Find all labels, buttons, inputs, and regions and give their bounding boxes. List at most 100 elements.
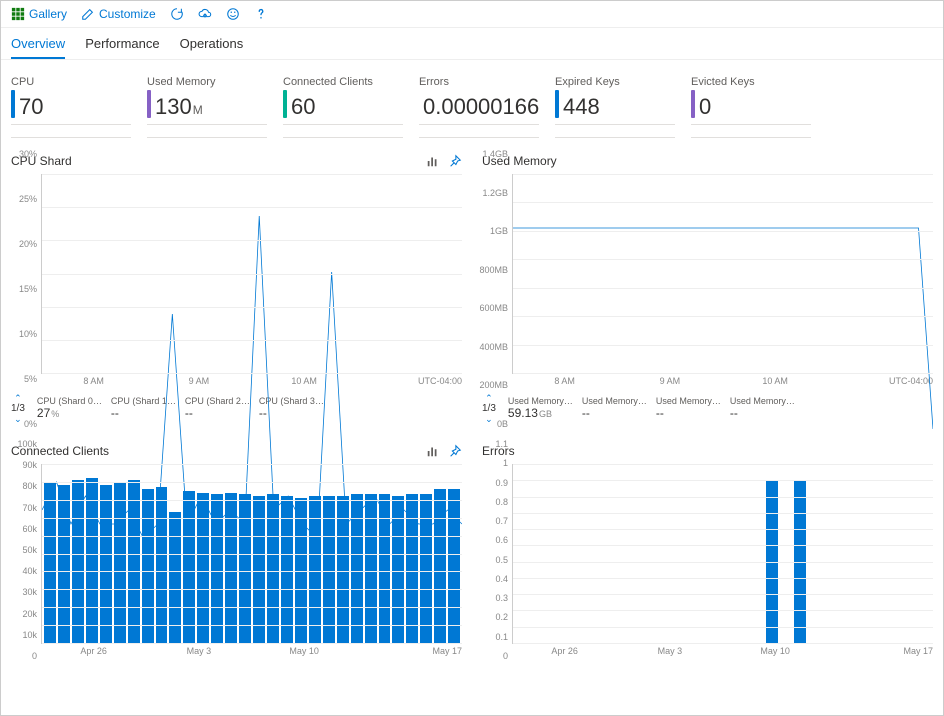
- sparkline: [555, 124, 675, 138]
- x-tick: Apr 26: [41, 646, 146, 656]
- y-tick: 100k: [17, 439, 37, 449]
- tab-operations[interactable]: Operations: [180, 32, 244, 59]
- y-tick: 0B: [497, 419, 508, 429]
- kpi-card[interactable]: Evicted Keys 0: [691, 76, 811, 138]
- chart-errors: Errors 00.10.20.30.40.50.60.70.80.911.1 …: [482, 444, 933, 656]
- grid-icon: [11, 7, 25, 21]
- chart-analytics-icon[interactable]: [426, 154, 440, 168]
- kpi-bar: [11, 90, 15, 118]
- kpi-bar: [147, 90, 151, 118]
- kpi-card[interactable]: CPU 70: [11, 76, 131, 138]
- y-tick: 800MB: [479, 265, 508, 275]
- x-tick: May 3: [617, 646, 722, 656]
- kpi-value: 0.00000166: [423, 96, 540, 118]
- x-tick: May 10: [252, 646, 357, 656]
- help-icon: [254, 7, 268, 21]
- x-tick: May 17: [828, 646, 933, 656]
- sparkline: [283, 124, 403, 138]
- y-tick: 30k: [22, 587, 37, 597]
- y-tick: 70k: [22, 503, 37, 513]
- pencil-icon: [81, 7, 95, 21]
- feedback-button[interactable]: [226, 7, 240, 21]
- x-tick: May 10: [723, 646, 828, 656]
- kpi-bar: [555, 90, 559, 118]
- tab-performance[interactable]: Performance: [85, 32, 159, 59]
- sparkline: [691, 124, 811, 138]
- kpi-row: CPU 70 Used Memory 130M Connected Client…: [1, 60, 943, 142]
- y-tick: 0.6: [495, 535, 508, 545]
- tab-overview[interactable]: Overview: [11, 32, 65, 59]
- bar: [156, 487, 168, 643]
- help-button[interactable]: [254, 7, 268, 21]
- chart-used-memory: Used Memory 0B200MB400MB600MB800MB1GB1.2…: [482, 154, 933, 424]
- x-tick: May 17: [357, 646, 462, 656]
- y-tick: 0.9: [495, 478, 508, 488]
- bar: [114, 482, 126, 643]
- y-tick: 50k: [22, 545, 37, 555]
- kpi-value: 448: [563, 96, 601, 118]
- bar: [434, 489, 446, 643]
- pin-icon[interactable]: [448, 444, 462, 458]
- kpi-card[interactable]: Connected Clients 60: [283, 76, 403, 138]
- y-tick: 5%: [24, 374, 37, 384]
- y-tick: 30%: [19, 149, 37, 159]
- y-tick: 20k: [22, 609, 37, 619]
- tabs: Overview Performance Operations: [1, 28, 943, 60]
- kpi-value: 60: [291, 96, 316, 118]
- gallery-label: Gallery: [29, 7, 67, 21]
- sparkline: [147, 124, 267, 138]
- y-tick: 0: [32, 651, 37, 661]
- bar: [197, 493, 209, 643]
- y-tick: 40k: [22, 566, 37, 576]
- bar: [58, 485, 70, 643]
- y-tick: 10%: [19, 329, 37, 339]
- bar: [72, 480, 84, 643]
- bar: [169, 512, 181, 643]
- y-tick: 1.4GB: [482, 149, 508, 159]
- y-tick: 0.5: [495, 555, 508, 565]
- y-tick: 1: [503, 458, 508, 468]
- x-tick: May 3: [146, 646, 251, 656]
- y-tick: 80k: [22, 481, 37, 491]
- bar: [44, 482, 56, 643]
- bar: [100, 485, 112, 643]
- toolbar: Gallery Customize: [1, 1, 943, 28]
- kpi-card[interactable]: Errors 0.00000166: [419, 76, 539, 138]
- pin-icon[interactable]: [448, 154, 462, 168]
- sparkline: [419, 124, 539, 138]
- bar: [142, 489, 154, 643]
- y-tick: 0.1: [495, 632, 508, 642]
- kpi-label: Used Memory: [147, 76, 267, 88]
- chart-analytics-icon[interactable]: [426, 444, 440, 458]
- sparkline: [11, 124, 131, 138]
- y-tick: 25%: [19, 194, 37, 204]
- kpi-label: Evicted Keys: [691, 76, 811, 88]
- chart-cpu-shard: CPU Shard 0%5%10%15%20%25%30% 8 AM9 AM10…: [11, 154, 462, 424]
- y-tick: 400MB: [479, 342, 508, 352]
- chart-connected-clients: Connected Clients 010k20k30k40k50k60k70k…: [11, 444, 462, 656]
- kpi-bar: [691, 90, 695, 118]
- cloud-upload-icon: [198, 7, 212, 21]
- y-tick: 0.2: [495, 612, 508, 622]
- smile-icon: [226, 7, 240, 21]
- bar: [183, 491, 195, 643]
- kpi-label: Expired Keys: [555, 76, 675, 88]
- y-tick: 1.2GB: [482, 188, 508, 198]
- bar: [86, 478, 98, 643]
- y-tick: 15%: [19, 284, 37, 294]
- kpi-bar: [283, 90, 287, 118]
- customize-label: Customize: [99, 7, 156, 21]
- gallery-button[interactable]: Gallery: [11, 7, 67, 21]
- kpi-value: 0: [699, 96, 712, 118]
- y-tick: 90k: [22, 460, 37, 470]
- y-tick: 0.7: [495, 516, 508, 526]
- refresh-button[interactable]: [170, 7, 184, 21]
- y-tick: 0%: [24, 419, 37, 429]
- cloud-button[interactable]: [198, 7, 212, 21]
- customize-button[interactable]: Customize: [81, 7, 156, 21]
- y-tick: 1GB: [490, 226, 508, 236]
- y-tick: 600MB: [479, 303, 508, 313]
- kpi-card[interactable]: Used Memory 130M: [147, 76, 267, 138]
- y-tick: 0.8: [495, 497, 508, 507]
- kpi-card[interactable]: Expired Keys 448: [555, 76, 675, 138]
